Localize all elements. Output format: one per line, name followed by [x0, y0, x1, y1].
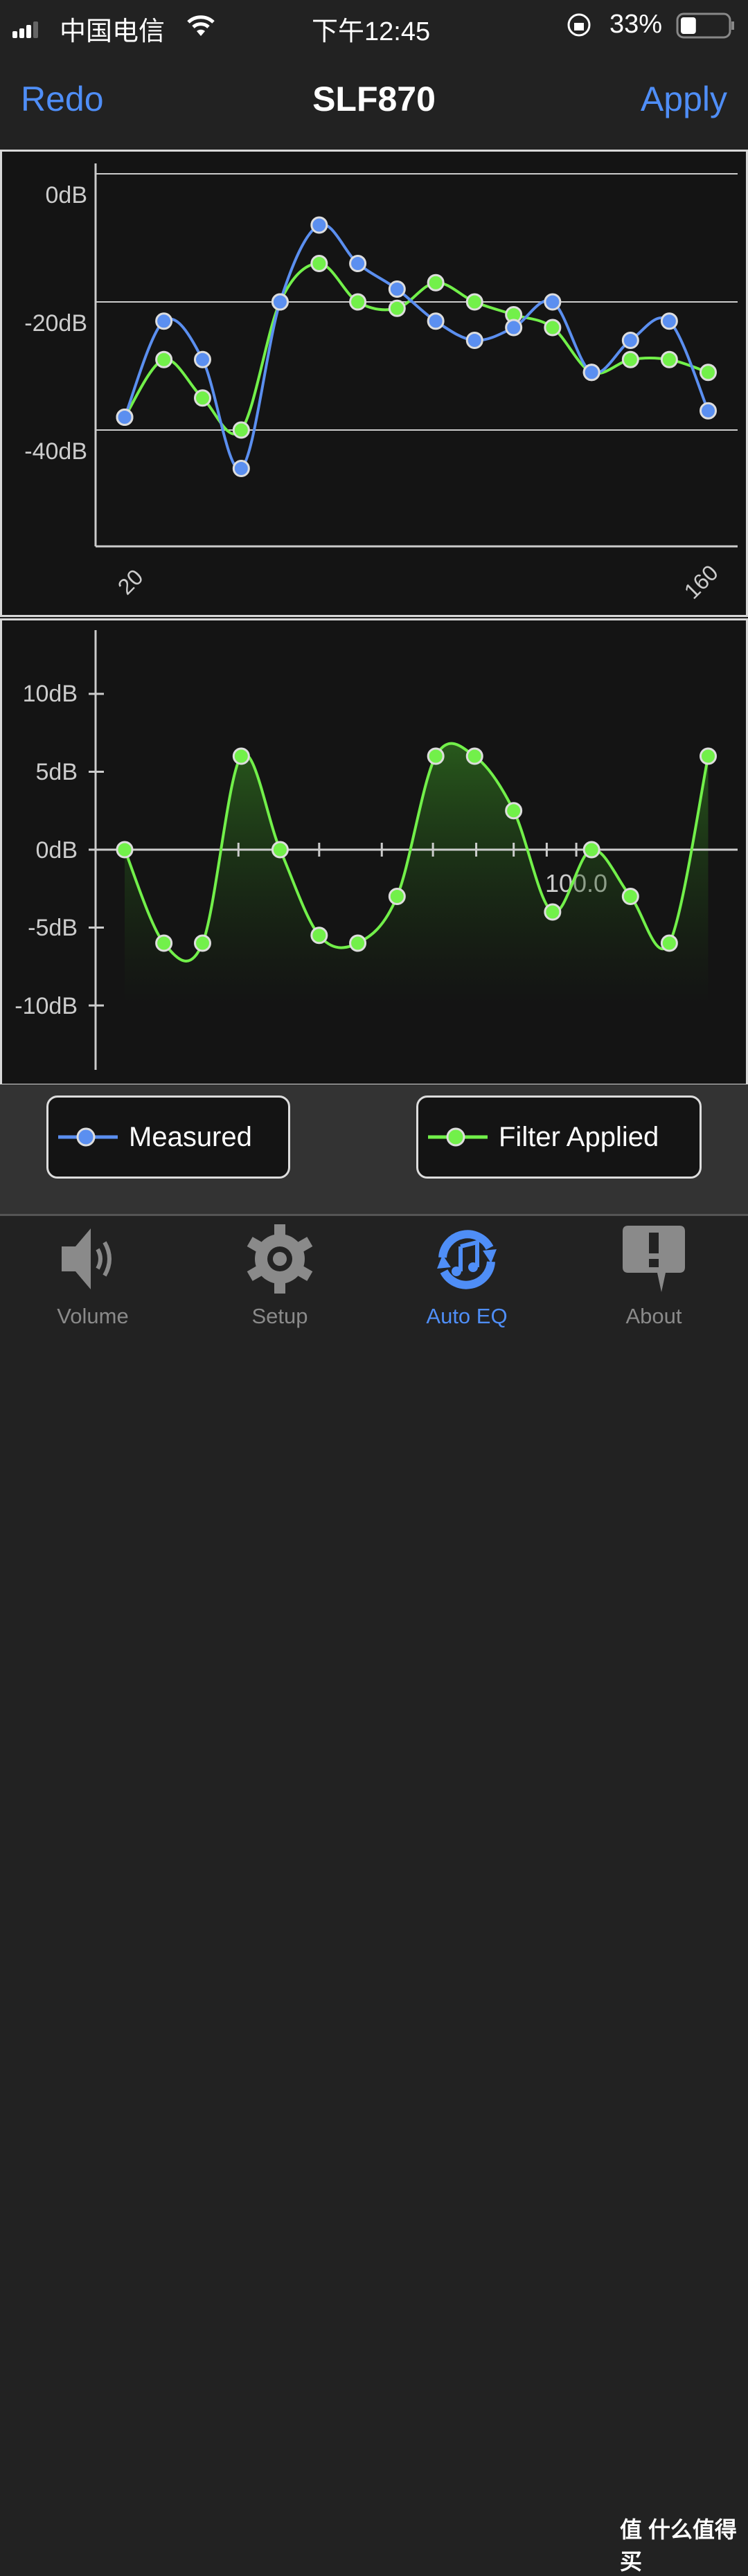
filter-chart: 10dB 5dB 0dB -5dB -10dB 100.0 [15, 630, 738, 1070]
data-point [388, 280, 406, 298]
data-point [465, 747, 483, 765]
response-chart-panel: 0dB -20dB -40dB 20 160 [0, 150, 748, 617]
y-tick-label: 0dB [46, 182, 88, 208]
rotation-lock-icon [567, 12, 591, 44]
data-point [388, 888, 406, 905]
data-point [621, 888, 639, 905]
data-point [232, 747, 250, 765]
x-tick-label: 20 [113, 564, 148, 600]
data-point [544, 319, 562, 337]
data-point [660, 350, 678, 368]
signal-icon [12, 15, 42, 45]
data-point [271, 293, 289, 311]
nav-bar: Redo SLF870 Apply [0, 50, 748, 151]
data-point [505, 802, 523, 820]
page-title: SLF870 [312, 80, 436, 118]
data-point [582, 841, 600, 859]
data-point [310, 216, 328, 234]
data-point [193, 350, 211, 368]
data-point [310, 927, 328, 945]
tab-label: Auto EQ [426, 1304, 508, 1328]
data-point [700, 364, 717, 382]
data-point [465, 293, 483, 311]
data-point [271, 841, 289, 859]
data-point [660, 312, 678, 330]
tab-volume[interactable]: Volume [24, 1223, 162, 1329]
tab-label: About [625, 1304, 682, 1328]
data-point [232, 421, 250, 439]
tab-about[interactable]: About [585, 1223, 723, 1329]
status-bar: 中国电信 下午12:45 33% [0, 0, 748, 50]
data-point [465, 332, 483, 349]
data-point [155, 312, 173, 330]
y-tick-label: -5dB [28, 915, 78, 941]
data-point [427, 274, 445, 292]
area-fill [125, 743, 709, 1005]
y-tick-label: 0dB [36, 837, 78, 864]
speaker-icon [62, 1228, 112, 1289]
data-point [155, 934, 173, 952]
filter-marker-icon [428, 1127, 488, 1147]
info-bubble-icon [623, 1226, 685, 1292]
battery-icon [676, 12, 736, 46]
data-point [232, 460, 250, 477]
carrier: 中国电信 [60, 17, 166, 46]
data-point [349, 934, 367, 952]
data-point [427, 747, 445, 765]
data-point [621, 350, 639, 368]
apply-button[interactable]: Apply [641, 79, 727, 119]
data-point [116, 841, 134, 859]
data-point [505, 319, 523, 337]
y-tick-label: 5dB [36, 759, 78, 785]
legend-label: Filter Applied [499, 1121, 659, 1152]
data-point [193, 934, 211, 952]
data-point [544, 903, 562, 921]
y-tick-label: -10dB [15, 993, 78, 1019]
data-point [349, 293, 367, 311]
tab-label: Setup [251, 1304, 308, 1328]
clock: 下午12:45 [312, 17, 431, 46]
response-chart: 0dB -20dB -40dB 20 160 [24, 163, 738, 604]
data-point [700, 747, 717, 765]
data-point [544, 293, 562, 311]
wifi-icon [187, 14, 215, 44]
gear-icon [247, 1224, 313, 1294]
data-point [116, 409, 134, 426]
legend-bar: Measured Filter Applied [0, 1084, 748, 1214]
y-tick-label: -20dB [24, 310, 87, 337]
legend-measured-button[interactable]: Measured [46, 1095, 290, 1179]
legend-filter-button[interactable]: Filter Applied [416, 1095, 702, 1179]
filter-chart-panel: 10dB 5dB 0dB -5dB -10dB 100.0 [0, 618, 748, 1086]
data-point [660, 934, 678, 952]
tab-auto-eq[interactable]: Auto EQ [398, 1223, 536, 1329]
battery-percent: 33% [609, 10, 663, 39]
series-line [123, 222, 710, 471]
tab-label: Volume [57, 1304, 129, 1328]
x-tick-label: 160 [679, 560, 723, 604]
data-point [700, 402, 717, 420]
data-point [582, 364, 600, 382]
data-point [621, 332, 639, 349]
legend-label: Measured [129, 1121, 252, 1152]
y-tick-label: 10dB [23, 681, 78, 707]
data-point [155, 350, 173, 368]
watermark: 值 什么值得买 [620, 2517, 737, 2574]
auto-eq-icon [437, 1230, 497, 1289]
data-point [310, 255, 328, 272]
data-point [349, 255, 367, 272]
data-point [427, 312, 445, 330]
tab-bar: Volume Setup Auto EQ About 值 什么值得买 [0, 1214, 748, 2574]
data-point [193, 389, 211, 407]
tab-setup[interactable]: Setup [211, 1223, 349, 1329]
y-tick-label: -40dB [24, 438, 87, 465]
measured-marker-icon [58, 1127, 118, 1147]
data-point [388, 299, 406, 317]
